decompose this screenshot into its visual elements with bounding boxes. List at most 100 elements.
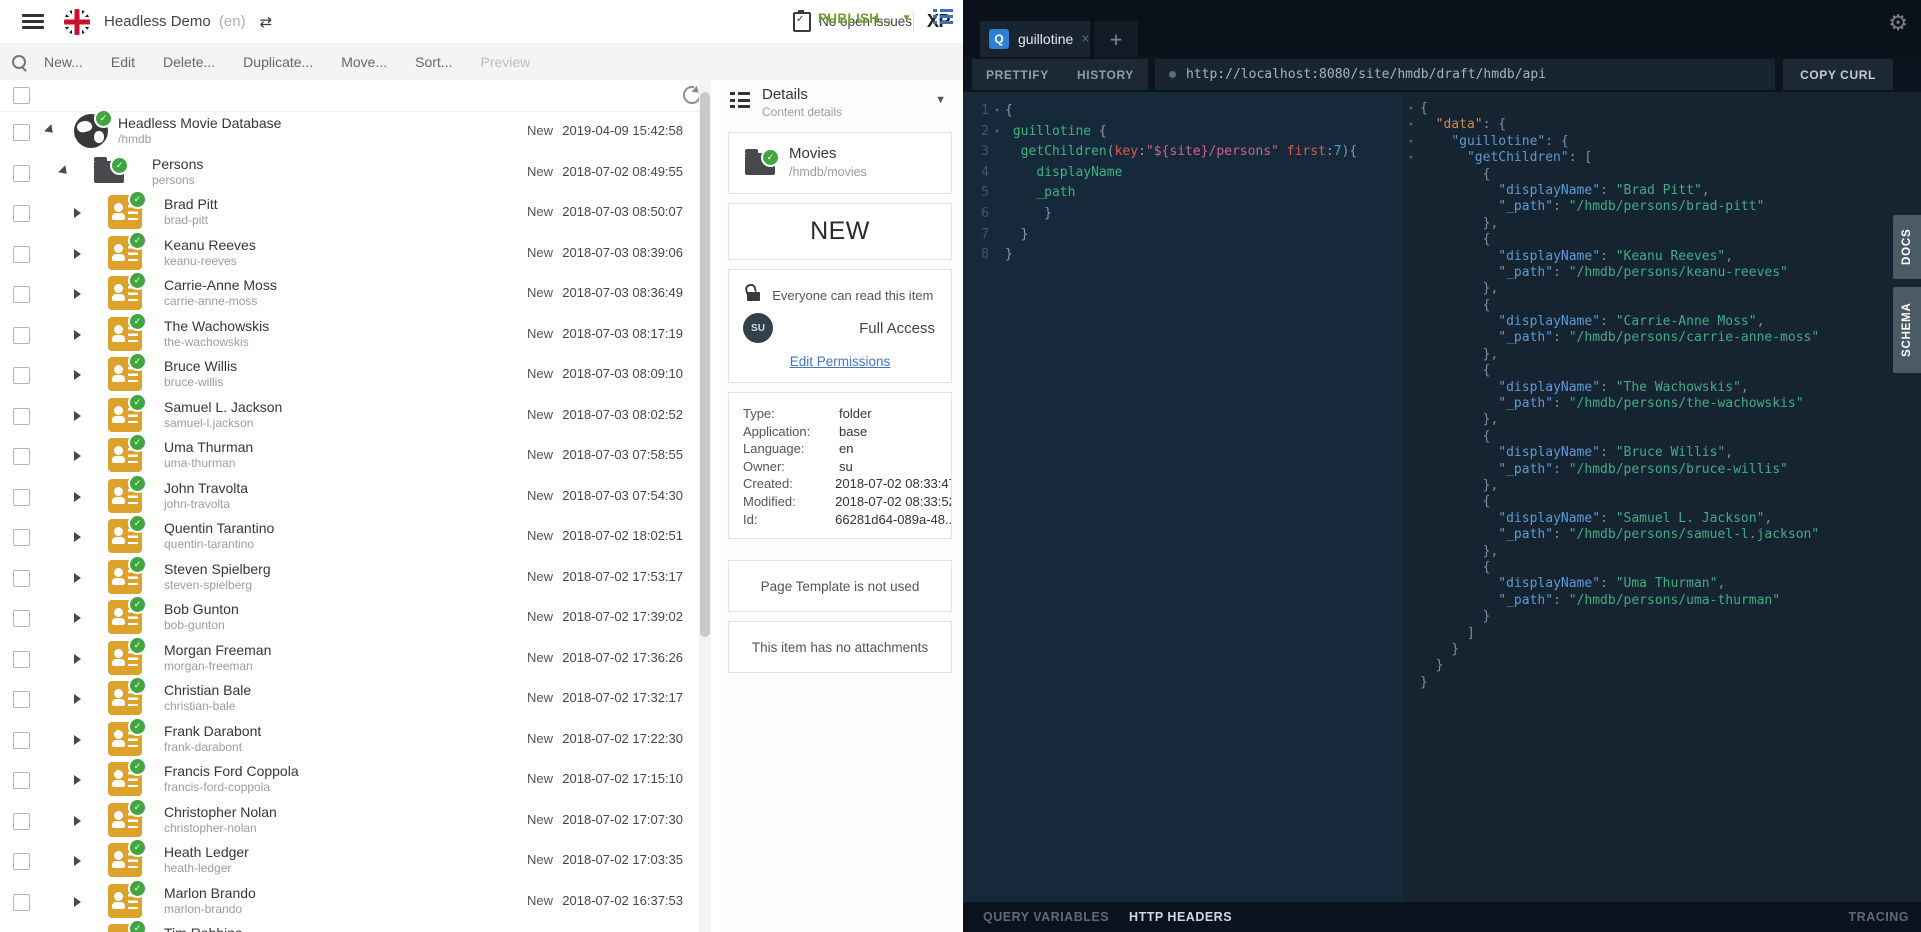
- tree-row-tim-robbins[interactable]: ✓Tim Robbins: [0, 921, 712, 932]
- tree-row-marlon-brando[interactable]: ✓Marlon Brandomarlon-brandoNew2018-07-02…: [0, 881, 712, 922]
- row-checkbox[interactable]: [13, 894, 30, 911]
- expand-arrow-icon[interactable]: [74, 249, 86, 259]
- expand-arrow-icon[interactable]: [74, 694, 86, 704]
- collapse-caret-icon[interactable]: ▾: [1402, 117, 1420, 133]
- tree-row-bob-gunton[interactable]: ✓Bob Guntonbob-guntonNew2018-07-02 17:39…: [0, 597, 712, 638]
- tree-row-brad-pitt[interactable]: ✓Brad Pittbrad-pittNew2018-07-03 08:50:0…: [0, 192, 712, 233]
- publish-button[interactable]: PUBLISH... ▼: [818, 0, 912, 37]
- toolbar-item-sort[interactable]: Sort...: [415, 54, 452, 70]
- collapse-arrow-icon[interactable]: [44, 124, 60, 140]
- tree-row-samuel-l-jackson[interactable]: ✓Samuel L. Jacksonsamuel-l.jacksonNew201…: [0, 395, 712, 436]
- endpoint-url-bar[interactable]: http://localhost:8080/site/hmdb/draft/hm…: [1155, 59, 1775, 90]
- tracing-toggle[interactable]: TRACING: [1849, 910, 1909, 924]
- row-checkbox[interactable]: [13, 610, 30, 627]
- expand-arrow-icon[interactable]: [74, 775, 86, 785]
- tree-row-steven-spielberg[interactable]: ✓Steven Spielbergsteven-spielbergNew2018…: [0, 557, 712, 598]
- prettify-button[interactable]: PRETTIFY: [972, 59, 1063, 90]
- row-checkbox[interactable]: [13, 529, 30, 546]
- tree-row-francis-ford-coppola[interactable]: ✓Francis Ford Coppolafrancis-ford-coppol…: [0, 759, 712, 800]
- edit-permissions-link[interactable]: Edit Permissions: [729, 354, 951, 369]
- tree-scrollbar-thumb[interactable]: [700, 92, 710, 637]
- tree-row-bruce-willis[interactable]: ✓Bruce Willisbruce-willisNew2018-07-03 0…: [0, 354, 712, 395]
- expand-arrow-icon[interactable]: [74, 532, 86, 542]
- tree-row-uma-thurman[interactable]: ✓Uma Thurmanuma-thurmanNew2018-07-03 07:…: [0, 435, 712, 476]
- collapse-caret-icon[interactable]: ▾: [1402, 150, 1420, 166]
- query-editor[interactable]: 1▾{2▾ guillotine {3 getChildren(key:"${s…: [963, 92, 1402, 911]
- select-all-checkbox[interactable]: [13, 87, 30, 104]
- row-checkbox[interactable]: [13, 327, 30, 344]
- toolbar-item-new[interactable]: New...: [44, 54, 83, 70]
- row-checkbox[interactable]: [13, 408, 30, 425]
- row-checkbox[interactable]: [13, 651, 30, 668]
- expand-arrow-icon[interactable]: [74, 856, 86, 866]
- fold-caret-icon[interactable]: ▾: [989, 122, 1005, 143]
- row-checkbox[interactable]: [13, 448, 30, 465]
- tree-scrollbar[interactable]: [699, 80, 711, 932]
- expand-arrow-icon[interactable]: [74, 370, 86, 380]
- tree-row-keanu-reeves[interactable]: ✓Keanu Reeveskeanu-reevesNew2018-07-03 0…: [0, 233, 712, 274]
- expand-arrow-icon[interactable]: [74, 330, 86, 340]
- row-checkbox[interactable]: [13, 165, 30, 182]
- row-checkbox[interactable]: [13, 691, 30, 708]
- expand-arrow-icon[interactable]: [74, 897, 86, 907]
- tree-row-heath-ledger[interactable]: ✓Heath Ledgerheath-ledgerNew2018-07-02 1…: [0, 840, 712, 881]
- row-checkbox[interactable]: [13, 205, 30, 222]
- expand-arrow-icon[interactable]: [74, 451, 86, 461]
- row-checkbox[interactable]: [13, 367, 30, 384]
- toolbar-item-edit[interactable]: Edit: [111, 54, 135, 70]
- expand-arrow-icon[interactable]: [74, 492, 86, 502]
- tree-row-john-travolta[interactable]: ✓John Travoltajohn-travoltaNew2018-07-03…: [0, 476, 712, 517]
- tab-guillotine[interactable]: Q guillotine ×: [980, 21, 1090, 57]
- expand-arrow-icon[interactable]: [74, 654, 86, 664]
- row-checkbox[interactable]: [13, 489, 30, 506]
- row-checkbox[interactable]: [13, 246, 30, 263]
- row-checkbox[interactable]: [13, 772, 30, 789]
- details-collapse-icon[interactable]: ▼: [935, 94, 946, 106]
- toolbar-item-move[interactable]: Move...: [341, 54, 387, 70]
- row-checkbox[interactable]: [13, 813, 30, 830]
- tree-row-quentin-tarantino[interactable]: ✓Quentin Tarantinoquentin-tarantinoNew20…: [0, 516, 712, 557]
- tree-row-headless-movie-database[interactable]: ✓Headless Movie Database/hmdbNew2019-04-…: [0, 111, 712, 152]
- row-checkbox[interactable]: [13, 732, 30, 749]
- row-checkbox[interactable]: [13, 286, 30, 303]
- menu-icon[interactable]: [22, 14, 44, 29]
- history-button[interactable]: HISTORY: [1063, 59, 1148, 90]
- footer-query-variables[interactable]: QUERY VARIABLES: [983, 910, 1109, 924]
- collapse-arrow-icon[interactable]: [58, 165, 74, 181]
- settings-gear-icon[interactable]: ⚙: [1888, 11, 1908, 36]
- tree-row-the-wachowskis[interactable]: ✓The Wachowskisthe-wachowskisNew2018-07-…: [0, 314, 712, 355]
- row-checkbox[interactable]: [13, 124, 30, 141]
- collapse-caret-icon[interactable]: ▾: [1402, 134, 1420, 150]
- tab-docs[interactable]: DOCS: [1893, 215, 1921, 279]
- copy-curl-button[interactable]: COPY CURL: [1783, 59, 1893, 90]
- footer-http-headers[interactable]: HTTP HEADERS: [1129, 910, 1232, 924]
- selected-item-card[interactable]: ✓ Movies /hmdb/movies: [728, 132, 952, 194]
- row-checkbox[interactable]: [13, 853, 30, 870]
- expand-arrow-icon[interactable]: [74, 289, 86, 299]
- tree-row-frank-darabont[interactable]: ✓Frank Darabontfrank-darabontNew2018-07-…: [0, 719, 712, 760]
- expand-arrow-icon[interactable]: [74, 411, 86, 421]
- expand-arrow-icon[interactable]: [74, 735, 86, 745]
- new-tab-button[interactable]: +: [1094, 21, 1138, 57]
- fold-caret-icon[interactable]: ▾: [989, 101, 1005, 122]
- toolbar-item-duplicate[interactable]: Duplicate...: [243, 54, 313, 70]
- row-checkbox[interactable]: [13, 570, 30, 587]
- query-results[interactable]: ▾{▾ "data": {▾ "guillotine": {▾ "getChil…: [1402, 92, 1921, 911]
- collapse-caret-icon[interactable]: ▾: [1402, 101, 1420, 117]
- toolbar-item-delete[interactable]: Delete...: [163, 54, 215, 70]
- expand-arrow-icon[interactable]: [74, 613, 86, 623]
- close-tab-icon[interactable]: ×: [1081, 31, 1089, 47]
- toggle-details-icon[interactable]: [933, 9, 953, 27]
- tree-row-persons[interactable]: ✓PersonspersonsNew2018-07-02 08:49:55: [0, 152, 712, 193]
- expand-arrow-icon[interactable]: [74, 208, 86, 218]
- tree-row-christian-bale[interactable]: ✓Christian Balechristian-baleNew2018-07-…: [0, 678, 712, 719]
- expand-arrow-icon[interactable]: [74, 816, 86, 826]
- tree-row-carrie-anne-moss[interactable]: ✓Carrie-Anne Mosscarrie-anne-mossNew2018…: [0, 273, 712, 314]
- search-icon[interactable]: [12, 55, 26, 69]
- expand-arrow-icon[interactable]: [74, 573, 86, 583]
- tab-schema[interactable]: SCHEMA: [1893, 287, 1921, 373]
- swap-arrows-icon[interactable]: ⇄: [260, 13, 273, 31]
- tree-row-christopher-nolan[interactable]: ✓Christopher Nolanchristopher-nolanNew20…: [0, 800, 712, 841]
- publish-caret-icon[interactable]: ▼: [902, 13, 912, 24]
- tree-row-morgan-freeman[interactable]: ✓Morgan Freemanmorgan-freemanNew2018-07-…: [0, 638, 712, 679]
